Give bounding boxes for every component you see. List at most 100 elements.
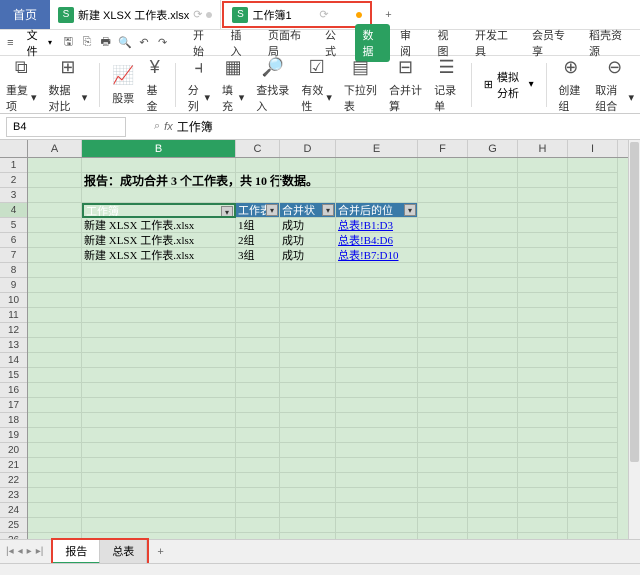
cell[interactable]: [468, 323, 518, 338]
cell-workbook[interactable]: 新建 XLSX 工作表.xlsx: [82, 218, 236, 233]
cell[interactable]: [336, 413, 418, 428]
col-header-G[interactable]: G: [468, 140, 518, 157]
cell[interactable]: [518, 203, 568, 218]
cell[interactable]: [336, 473, 418, 488]
cell[interactable]: [280, 308, 336, 323]
cell[interactable]: [82, 383, 236, 398]
export-icon[interactable]: ⎘: [81, 36, 94, 50]
cell[interactable]: [28, 443, 82, 458]
cell[interactable]: [280, 293, 336, 308]
cell[interactable]: [418, 383, 468, 398]
cell[interactable]: [468, 338, 518, 353]
cell-workbook[interactable]: 新建 XLSX 工作表.xlsx: [82, 233, 236, 248]
cell[interactable]: [468, 518, 518, 533]
cell[interactable]: [336, 338, 418, 353]
cell[interactable]: [518, 293, 568, 308]
cell[interactable]: [82, 458, 236, 473]
cell[interactable]: [518, 518, 568, 533]
cell[interactable]: [336, 158, 418, 173]
cell[interactable]: [236, 188, 280, 203]
menu-tab-7[interactable]: 开发工具: [467, 24, 522, 62]
cell[interactable]: [518, 473, 568, 488]
cell[interactable]: [28, 233, 82, 248]
cell[interactable]: [518, 383, 568, 398]
row-header-14[interactable]: 14: [0, 353, 27, 368]
cell[interactable]: [236, 308, 280, 323]
cell[interactable]: [280, 173, 336, 188]
cell[interactable]: [82, 353, 236, 368]
cell[interactable]: [28, 518, 82, 533]
cell[interactable]: [28, 338, 82, 353]
nav-last-icon[interactable]: ▸|: [36, 546, 44, 557]
cell[interactable]: [336, 443, 418, 458]
cell[interactable]: [28, 368, 82, 383]
cell[interactable]: [28, 458, 82, 473]
cell[interactable]: [82, 368, 236, 383]
cell[interactable]: [418, 458, 468, 473]
cell[interactable]: [418, 158, 468, 173]
cell-status[interactable]: 成功: [280, 248, 336, 263]
row-header-19[interactable]: 19: [0, 428, 27, 443]
cell[interactable]: [82, 263, 236, 278]
row-header-22[interactable]: 22: [0, 473, 27, 488]
col-header-H[interactable]: H: [518, 140, 568, 157]
cell[interactable]: [336, 503, 418, 518]
cell[interactable]: [336, 308, 418, 323]
cell[interactable]: [280, 323, 336, 338]
cell[interactable]: [418, 488, 468, 503]
cell[interactable]: [28, 158, 82, 173]
cell[interactable]: [468, 353, 518, 368]
cell[interactable]: [468, 398, 518, 413]
cell[interactable]: [468, 458, 518, 473]
cell[interactable]: [82, 308, 236, 323]
cell[interactable]: [336, 353, 418, 368]
cell[interactable]: [336, 278, 418, 293]
row-header-7[interactable]: 7: [0, 248, 27, 263]
cell-worksheet[interactable]: 1组: [236, 218, 280, 233]
cell[interactable]: [418, 218, 468, 233]
cell[interactable]: [336, 173, 418, 188]
cell[interactable]: [568, 488, 618, 503]
cell[interactable]: [518, 263, 568, 278]
cell[interactable]: [568, 278, 618, 293]
cell[interactable]: [236, 293, 280, 308]
cell[interactable]: [468, 248, 518, 263]
nav-next-icon[interactable]: ▸: [27, 546, 32, 557]
cell[interactable]: [236, 263, 280, 278]
cell[interactable]: [568, 338, 618, 353]
cell[interactable]: [28, 308, 82, 323]
cell-worksheet[interactable]: 3组: [236, 248, 280, 263]
cell[interactable]: [280, 428, 336, 443]
cell[interactable]: [82, 293, 236, 308]
cell[interactable]: [468, 263, 518, 278]
cell[interactable]: [236, 503, 280, 518]
cell[interactable]: [518, 278, 568, 293]
cell[interactable]: [236, 323, 280, 338]
row-header-25[interactable]: 25: [0, 518, 27, 533]
cell[interactable]: [418, 428, 468, 443]
cell[interactable]: [568, 413, 618, 428]
row-header-11[interactable]: 11: [0, 308, 27, 323]
cell[interactable]: [568, 173, 618, 188]
filter-dropdown-icon[interactable]: ▾: [266, 204, 278, 216]
sheet-tab-summary[interactable]: 总表: [100, 540, 147, 564]
cell[interactable]: [418, 413, 468, 428]
cell[interactable]: [468, 473, 518, 488]
vertical-scrollbar[interactable]: [628, 140, 640, 545]
select-all-corner[interactable]: [0, 140, 28, 157]
header-status[interactable]: 合并状▾: [280, 203, 336, 218]
cell[interactable]: [28, 383, 82, 398]
consolidate-button[interactable]: ⊟合并计算: [389, 56, 422, 114]
cell[interactable]: [236, 173, 280, 188]
cell[interactable]: [236, 443, 280, 458]
fill-button[interactable]: ▦填充▾: [222, 56, 244, 114]
cell[interactable]: [418, 308, 468, 323]
name-box[interactable]: B4: [6, 117, 126, 137]
cell[interactable]: [518, 458, 568, 473]
duplicates-button[interactable]: ⧉重复项▾: [6, 56, 37, 114]
cell[interactable]: [418, 173, 468, 188]
stocks-button[interactable]: 📈股票: [112, 64, 134, 106]
cell[interactable]: [418, 398, 468, 413]
cell[interactable]: [28, 248, 82, 263]
cell[interactable]: [468, 278, 518, 293]
